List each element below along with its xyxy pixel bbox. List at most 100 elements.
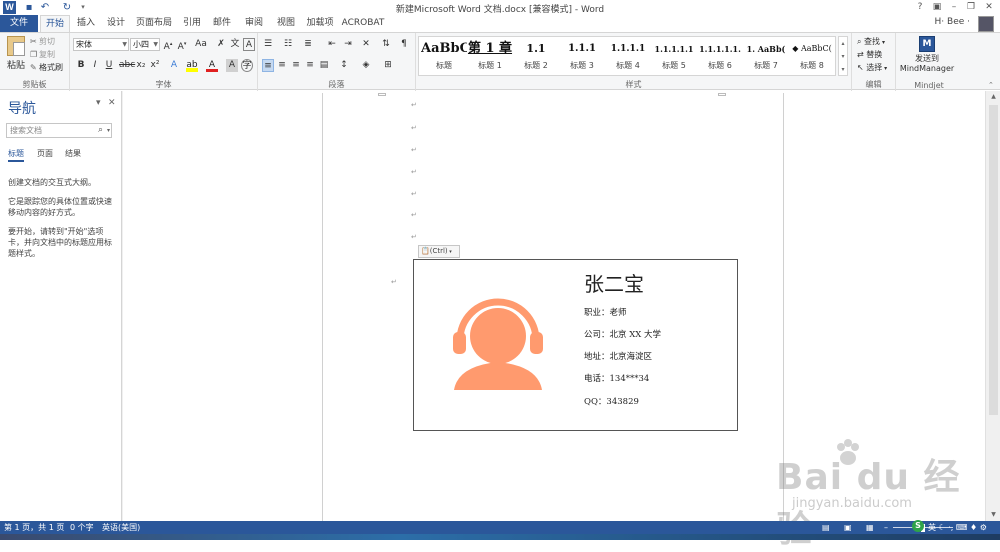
pane-options-icon[interactable]: ▾ <box>96 98 101 108</box>
search-icon[interactable]: ⌕ <box>98 124 103 137</box>
align-center-button[interactable]: ≡ <box>276 59 288 72</box>
text-effects-icon[interactable]: A <box>168 59 180 72</box>
read-mode-icon[interactable]: ▤ <box>822 521 830 534</box>
user-avatar[interactable] <box>978 16 994 32</box>
grow-font-icon[interactable]: A▴ <box>162 38 174 52</box>
styles-gallery-scroll[interactable]: ▴ ▾ ▾ <box>838 36 848 76</box>
zoom-out-icon[interactable]: – <box>884 521 888 534</box>
tab-addins[interactable]: 加载项 <box>303 15 337 32</box>
style-heading-3[interactable]: 1.1.1 标题 3 <box>559 38 605 74</box>
navigation-search-input[interactable]: 搜索文档 ⌕ ▾ <box>6 123 112 138</box>
paragraph-group: ☰ ☷ ≣ ⇤ ⇥ ✕ ⇅ ¶ ≡ ≡ ≡ ≡ ▤ ↕ ◈ ⊞ 段落 <box>258 33 416 91</box>
highlight-icon[interactable]: ab <box>186 59 198 72</box>
style-heading-8[interactable]: ◆ AaBbC(标题 8 <box>789 38 835 74</box>
nav-tab-pages[interactable]: 页面 <box>37 148 53 159</box>
enclose-characters-icon[interactable]: 字 <box>241 59 253 72</box>
font-color-icon[interactable]: A <box>206 59 218 72</box>
superscript-button[interactable]: x² <box>149 59 161 72</box>
user-account[interactable]: H· Bee · <box>935 17 970 27</box>
align-right-button[interactable]: ≡ <box>290 59 302 72</box>
style-heading-1[interactable]: 第 1 章标题 1 <box>467 38 513 74</box>
align-left-button[interactable]: ≡ <box>262 59 274 72</box>
find-button[interactable]: ⌕ 查找 ▾ <box>857 36 885 48</box>
card-address: 地址：北京海淀区 <box>584 352 653 362</box>
decrease-indent-icon[interactable]: ⇤ <box>326 38 338 51</box>
character-shading-icon[interactable]: A <box>226 59 238 72</box>
scroll-down-icon[interactable]: ▼ <box>986 509 1000 521</box>
language-status[interactable]: 英语(美国) <box>102 521 140 534</box>
chinese-layout-icon[interactable]: ✕ <box>360 38 372 51</box>
replace-button[interactable]: ⇄ 替换 <box>857 49 882 61</box>
style-heading-4[interactable]: 1.1.1.1 标题 4 <box>605 38 651 74</box>
strikethrough-button[interactable]: abc <box>119 59 135 72</box>
phonetic-guide-icon[interactable]: 文 <box>229 38 241 51</box>
tab-insert[interactable]: 插入 <box>72 15 100 32</box>
line-spacing-icon[interactable]: ↕ <box>338 59 350 72</box>
restore-icon[interactable]: ❐ <box>964 1 978 14</box>
select-button[interactable]: ↖ 选择 ▾ <box>857 62 887 74</box>
bullets-icon[interactable]: ☰ <box>262 38 274 51</box>
scroll-up-icon[interactable]: ▲ <box>986 91 1000 103</box>
ribbon-display-options-icon[interactable]: ▣ <box>930 1 944 14</box>
nav-tab-headings[interactable]: 标题 <box>8 148 24 162</box>
word-count[interactable]: 0 个字 <box>70 521 94 534</box>
justify-button[interactable]: ≡ <box>304 59 316 72</box>
help-button[interactable]: ? <box>913 1 927 14</box>
nav-tab-results[interactable]: 结果 <box>65 148 81 159</box>
ime-toolbar-icons[interactable]: 英 ☾ ·, ⌨ ♦ ⚙ <box>928 521 987 534</box>
show-marks-icon[interactable]: ¶ <box>398 38 410 51</box>
close-pane-icon[interactable]: ✕ <box>108 98 116 108</box>
increase-indent-icon[interactable]: ⇥ <box>342 38 354 51</box>
style-title[interactable]: AaBbC(标题 <box>421 38 467 74</box>
distributed-button[interactable]: ▤ <box>318 59 330 72</box>
document-page[interactable]: ↵ ↵ ↵ ↵ ↵ ↵ ↵ ↵ 📋(Ctrl) ▾ 张二宝 职业：老师 公司：北… <box>322 93 784 521</box>
web-layout-icon[interactable]: ▦ <box>866 521 874 534</box>
tab-home[interactable]: 开始 <box>40 15 70 32</box>
paste-options-button[interactable]: 📋(Ctrl) ▾ <box>418 245 460 258</box>
sogou-ime-icon[interactable]: S <box>912 520 924 532</box>
sort-icon[interactable]: ⇅ <box>380 38 392 51</box>
borders-icon[interactable]: ⊞ <box>382 59 394 72</box>
underline-button[interactable]: U <box>103 59 115 72</box>
minimize-icon[interactable]: – <box>947 1 961 14</box>
tab-mailings[interactable]: 邮件 <box>208 15 236 32</box>
scroll-thumb[interactable] <box>989 105 998 415</box>
multilevel-list-icon[interactable]: ≣ <box>302 38 314 51</box>
cut-button[interactable]: ✂ 剪切 <box>30 36 55 47</box>
navigation-title: 导航 <box>8 101 36 117</box>
subscript-button[interactable]: x₂ <box>135 59 147 72</box>
style-heading-5[interactable]: 1.1.1.1.1 标题 5 <box>651 38 697 74</box>
business-card[interactable]: 张二宝 职业：老师 公司：北京 XX 大学 地址：北京海淀区 电话：134***… <box>413 259 738 431</box>
font-name-select[interactable]: 宋体 ▼ <box>73 38 129 51</box>
close-icon[interactable]: ✕ <box>982 1 996 14</box>
tab-design[interactable]: 设计 <box>102 15 130 32</box>
card-qq: QQ：343829 <box>584 397 639 407</box>
change-case-icon[interactable]: Aa <box>192 38 210 51</box>
send-to-mindmanager-button[interactable]: 发送到 MindManager <box>898 36 956 74</box>
print-layout-icon[interactable]: ▣ <box>844 521 852 534</box>
clear-formatting-icon[interactable]: ✗ <box>215 38 227 51</box>
character-border-icon[interactable]: A <box>243 38 255 51</box>
tab-acrobat[interactable]: ACROBAT <box>341 15 385 32</box>
style-heading-6[interactable]: 1.1.1.1.1. 标题 6 <box>697 38 743 74</box>
bold-button[interactable]: B <box>75 59 87 72</box>
tab-references[interactable]: 引用 <box>178 15 206 32</box>
shrink-font-icon[interactable]: A▾ <box>176 38 188 52</box>
paste-button[interactable]: 粘贴 <box>5 36 27 72</box>
font-size-select[interactable]: 小四 ▼ <box>130 38 160 51</box>
style-heading-7[interactable]: 1. AaBb(标题 7 <box>743 38 789 74</box>
style-heading-2[interactable]: 1.1 标题 2 <box>513 38 559 74</box>
page-count[interactable]: 第 1 页，共 1 页 <box>4 521 64 534</box>
copy-button[interactable]: ❐ 复制 <box>30 49 55 60</box>
format-painter-button[interactable]: ✎ 格式刷 <box>30 62 63 73</box>
tab-view[interactable]: 视图 <box>272 15 300 32</box>
chevron-down-icon[interactable]: ▾ <box>107 124 110 137</box>
tab-review[interactable]: 审阅 <box>240 15 268 32</box>
numbering-icon[interactable]: ☷ <box>282 38 294 51</box>
tab-page-layout[interactable]: 页面布局 <box>133 15 175 32</box>
collapse-ribbon-icon[interactable]: ⌃ <box>988 81 994 89</box>
tab-file[interactable]: 文件 <box>0 15 38 32</box>
italic-button[interactable]: I <box>89 59 101 72</box>
shading-icon[interactable]: ◈ <box>360 59 372 72</box>
vertical-scrollbar[interactable]: ▲ ▼ <box>985 91 1000 521</box>
